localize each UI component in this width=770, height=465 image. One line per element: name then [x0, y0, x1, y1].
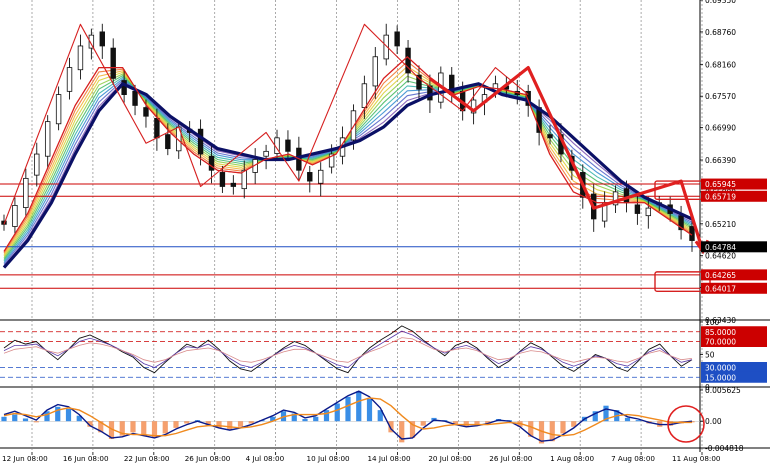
oscillator-tick-label: 50 — [705, 351, 715, 360]
candle-body — [44, 121, 51, 157]
macd-histogram-bar — [237, 421, 244, 427]
time-tick-label: 16 Jun 08:00 — [63, 454, 109, 463]
macd-histogram-bar — [366, 399, 373, 422]
candle-body — [241, 169, 247, 190]
time-tick-label: 22 Jun 08:00 — [124, 454, 170, 463]
candle-body — [208, 155, 215, 171]
macd-histogram-bar — [624, 417, 631, 422]
level-price-badge: 0.64265 — [705, 271, 736, 280]
candle-body — [219, 172, 226, 187]
time-tick-label: 10 Jul 08:00 — [307, 454, 351, 463]
macd-histogram-bar — [173, 421, 179, 428]
macd-histogram-bar — [55, 406, 61, 422]
candle-body — [230, 182, 237, 187]
macd-histogram-bar — [1, 416, 7, 422]
candle-body — [634, 204, 641, 214]
candle-body — [285, 139, 291, 152]
price-tick-label: 0.65210 — [705, 220, 736, 229]
trading-chart[interactable]: 0.69350 0.68760 0.68160 0.67570 0.66990 0.663… — [0, 0, 770, 465]
candle-body — [263, 150, 269, 157]
macd-histogram-bar — [420, 421, 426, 426]
level-price-badge: 0.65945 — [705, 180, 736, 189]
macd-histogram-bar — [12, 414, 18, 422]
time-tick-label: 12 Jun 08:00 — [2, 454, 48, 463]
price-tick-label: 0.64620 — [705, 252, 736, 261]
candle-body — [154, 117, 160, 139]
candle-body — [12, 205, 18, 227]
oscillator-level-badge: 30.0000 — [705, 364, 736, 373]
macd-tick-label: 0.00 — [705, 417, 722, 426]
macd-tick-label: -0.004818 — [705, 444, 744, 453]
price-tick-label: 0.68760 — [705, 28, 736, 37]
candle-body — [143, 107, 149, 117]
macd-histogram-bar — [130, 421, 136, 433]
macd-histogram-bar — [162, 421, 168, 434]
candle-body — [361, 83, 368, 108]
time-tick-label: 20 Jul 08:00 — [428, 454, 472, 463]
macd-histogram-bar — [356, 391, 362, 422]
candle-body — [66, 67, 73, 92]
macd-histogram-bar — [313, 416, 319, 422]
candle-body — [645, 207, 652, 217]
level-price-badge: 0.65719 — [705, 192, 736, 201]
macd-histogram-bar — [33, 421, 39, 423]
time-tick-label: 26 Jul 08:00 — [489, 454, 533, 463]
macd-histogram-bar — [22, 418, 29, 422]
candle-body — [34, 153, 40, 176]
macd-tick-label: 0.005625 — [705, 386, 741, 395]
candle-body — [197, 128, 204, 155]
candle-body — [110, 47, 116, 79]
price-tick-label: 0.68160 — [705, 60, 736, 69]
oscillator-level-badge: 70.0000 — [705, 338, 736, 347]
candle-body — [623, 188, 630, 204]
candle-body — [394, 31, 400, 47]
current-price-badge: 0.64784 — [705, 243, 736, 252]
price-tick-label: 0.66990 — [705, 124, 736, 133]
price-tick-label: 0.69350 — [705, 0, 736, 5]
candle-body — [132, 90, 138, 106]
candle-body — [307, 172, 313, 182]
macd-histogram-bar — [334, 403, 340, 422]
oscillator-level-badge: 15.0000 — [705, 373, 736, 382]
macd-histogram-bar — [560, 421, 566, 434]
oscillator-tick-label: 100 — [705, 318, 720, 327]
time-tick-label: 7 Aug 08:00 — [611, 454, 655, 463]
price-tick-label: 0.67570 — [705, 92, 736, 101]
macd-histogram-bar — [345, 396, 351, 422]
macd-histogram-bar — [65, 409, 72, 422]
time-tick-label: 1 Aug 08:00 — [550, 454, 594, 463]
candle-body — [23, 177, 29, 208]
macd-histogram-bar — [227, 421, 233, 431]
candle-body — [55, 94, 62, 125]
time-tick-label: 14 Jul 08:00 — [367, 454, 411, 463]
candle-body — [547, 134, 553, 139]
candle-body — [77, 45, 84, 71]
price-tick-label: 0.66390 — [705, 156, 736, 165]
candle-body — [165, 134, 171, 150]
macd-histogram-bar — [549, 421, 555, 442]
level-price-badge: 0.64017 — [705, 284, 736, 293]
macd-histogram-bar — [302, 419, 308, 422]
time-tick-label: 26 Jun 08:00 — [185, 454, 231, 463]
candle-body — [372, 56, 379, 87]
macd-histogram-bar — [141, 421, 147, 435]
macd-histogram-bar — [184, 421, 190, 424]
candle-body — [99, 31, 105, 47]
oscillator-level-badge: 85.0000 — [705, 328, 736, 337]
time-tick-label: 11 Aug 08:00 — [672, 454, 721, 463]
candle-body — [317, 169, 324, 184]
macd-histogram-bar — [323, 410, 330, 422]
time-tick-label: 4 Jul 08:00 — [246, 454, 285, 463]
